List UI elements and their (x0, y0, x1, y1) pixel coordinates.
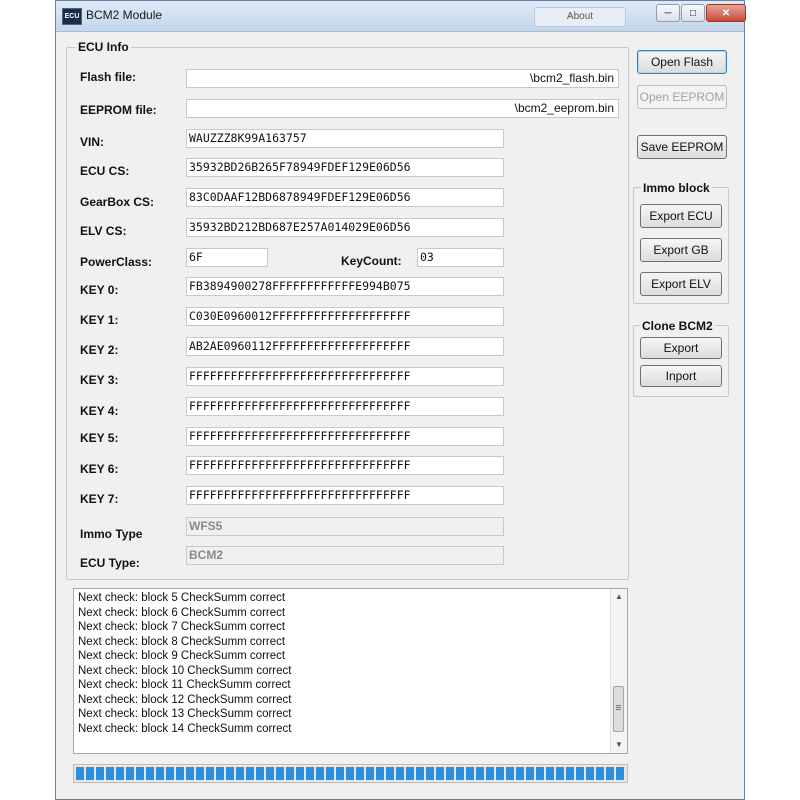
log-line: Next check: block 8 CheckSumm correct (78, 635, 286, 648)
log-line: Next check: block 11 CheckSumm correct (78, 679, 291, 691)
key-2-label: KEY 2: (80, 343, 119, 357)
ecu-cs-label: ECU CS: (80, 164, 130, 178)
clone-bcm2-legend: Clone BCM2 (640, 319, 715, 333)
maximize-button[interactable]: □ (681, 4, 705, 22)
power-class-label: PowerClass: (80, 255, 153, 269)
key-7-label: KEY 7: (80, 492, 119, 506)
save-eeprom-button[interactable]: Save EEPROM (637, 135, 727, 159)
log-line: Next check: block 14 CheckSumm correct (78, 722, 292, 735)
title-bar[interactable]: ECU BCM2 Module About ─ □ ✕ (56, 1, 746, 32)
elv-cs-label: ELV CS: (80, 224, 127, 238)
bcm2-module-window: ECU BCM2 Module About ─ □ ✕ ECU Info Fla… (55, 0, 746, 800)
scroll-down-arrow-icon[interactable]: ▼ (611, 737, 627, 753)
log-scrollbar[interactable]: ▲ ▼ (610, 589, 627, 753)
grip-icon (616, 705, 621, 706)
key-3-field[interactable]: FFFFFFFFFFFFFFFFFFFFFFFFFFFFFFFF (186, 367, 504, 386)
close-button[interactable]: ✕ (706, 4, 746, 22)
progress-fill (76, 767, 625, 780)
key-count-field[interactable]: 03 (417, 248, 504, 267)
flash-file-path[interactable]: \bcm2_flash.bin (186, 69, 619, 88)
key-6-label: KEY 6: (80, 462, 119, 476)
export-gb-button[interactable]: Export GB (640, 238, 722, 262)
key-4-field[interactable]: FFFFFFFFFFFFFFFFFFFFFFFFFFFFFFFF (186, 397, 504, 416)
log-line: Next check: block 5 CheckSumm correct (78, 592, 286, 604)
vin-label: VIN: (80, 135, 104, 149)
ecu-type-label: ECU Type: (80, 556, 140, 570)
key-1-field[interactable]: C030E0960012FFFFFFFFFFFFFFFFFFFF (186, 307, 504, 326)
clone-import-button[interactable]: Inport (640, 365, 722, 387)
key-5-label: KEY 5: (80, 431, 119, 445)
key-5-field[interactable]: FFFFFFFFFFFFFFFFFFFFFFFFFFFFFFFF (186, 427, 504, 446)
background-about-tab[interactable]: About (534, 7, 626, 27)
key-count-label: KeyCount: (341, 254, 402, 268)
eeprom-file-label: EEPROM file: (80, 103, 157, 117)
ecu-info-legend: ECU Info (76, 40, 131, 54)
eeprom-file-path[interactable]: \bcm2_eeprom.bin (186, 99, 619, 118)
key-3-label: KEY 3: (80, 373, 119, 387)
progress-bar (73, 764, 628, 783)
gearbox-cs-label: GearBox CS: (80, 195, 155, 209)
immo-block-legend: Immo block (641, 181, 712, 195)
scroll-up-arrow-icon[interactable]: ▲ (611, 589, 627, 605)
export-ecu-button[interactable]: Export ECU (640, 204, 722, 228)
immo-type-field: WFS5 (186, 517, 504, 536)
ecu-app-icon: ECU (62, 8, 82, 25)
log-line: Next check: block 10 CheckSumm correct (78, 664, 292, 677)
gearbox-cs-field[interactable]: 83C0DAAF12BD6878949FDEF129E06D56 (186, 188, 504, 207)
key-7-field[interactable]: FFFFFFFFFFFFFFFFFFFFFFFFFFFFFFFF (186, 486, 504, 505)
log-line: Next check: block 12 CheckSumm correct (78, 693, 292, 706)
log-line: Next check: block 13 CheckSumm correct (78, 708, 292, 720)
open-eeprom-button[interactable]: Open EEPROM (637, 85, 727, 109)
log-output[interactable]: Next check: block 5 CheckSumm correct Ne… (73, 588, 628, 754)
vin-field[interactable]: WAUZZZ8K99A163757 (186, 129, 504, 148)
key-0-label: KEY 0: (80, 283, 119, 297)
key-4-label: KEY 4: (80, 404, 119, 418)
elv-cs-field[interactable]: 35932BD212BD687E257A014029E06D56 (186, 218, 504, 237)
log-line: Next check: block 6 CheckSumm correct (78, 606, 286, 619)
clone-export-button[interactable]: Export (640, 337, 722, 359)
log-line: Next check: block 7 CheckSumm correct (78, 621, 286, 633)
key-1-label: KEY 1: (80, 313, 119, 327)
key-0-field[interactable]: FB3894900278FFFFFFFFFFFFE994B075 (186, 277, 504, 296)
export-elv-button[interactable]: Export ELV (640, 272, 722, 296)
immo-type-label: Immo Type (80, 527, 143, 541)
scrollbar-thumb[interactable] (613, 686, 624, 732)
key-2-field[interactable]: AB2AE0960112FFFFFFFFFFFFFFFFFFFF (186, 337, 504, 356)
log-line: Next check: block 9 CheckSumm correct (78, 650, 286, 662)
open-flash-button[interactable]: Open Flash (637, 50, 727, 74)
log-lines: Next check: block 5 CheckSumm correct Ne… (74, 589, 627, 736)
power-class-field[interactable]: 6F (186, 248, 268, 267)
key-6-field[interactable]: FFFFFFFFFFFFFFFFFFFFFFFFFFFFFFFF (186, 456, 504, 475)
ecu-type-field: BCM2 (186, 546, 504, 565)
minimize-button[interactable]: ─ (656, 4, 680, 22)
window-title: BCM2 Module (86, 8, 163, 22)
flash-file-label: Flash file: (80, 70, 137, 84)
ecu-cs-field[interactable]: 35932BD26B265F78949FDEF129E06D56 (186, 158, 504, 177)
